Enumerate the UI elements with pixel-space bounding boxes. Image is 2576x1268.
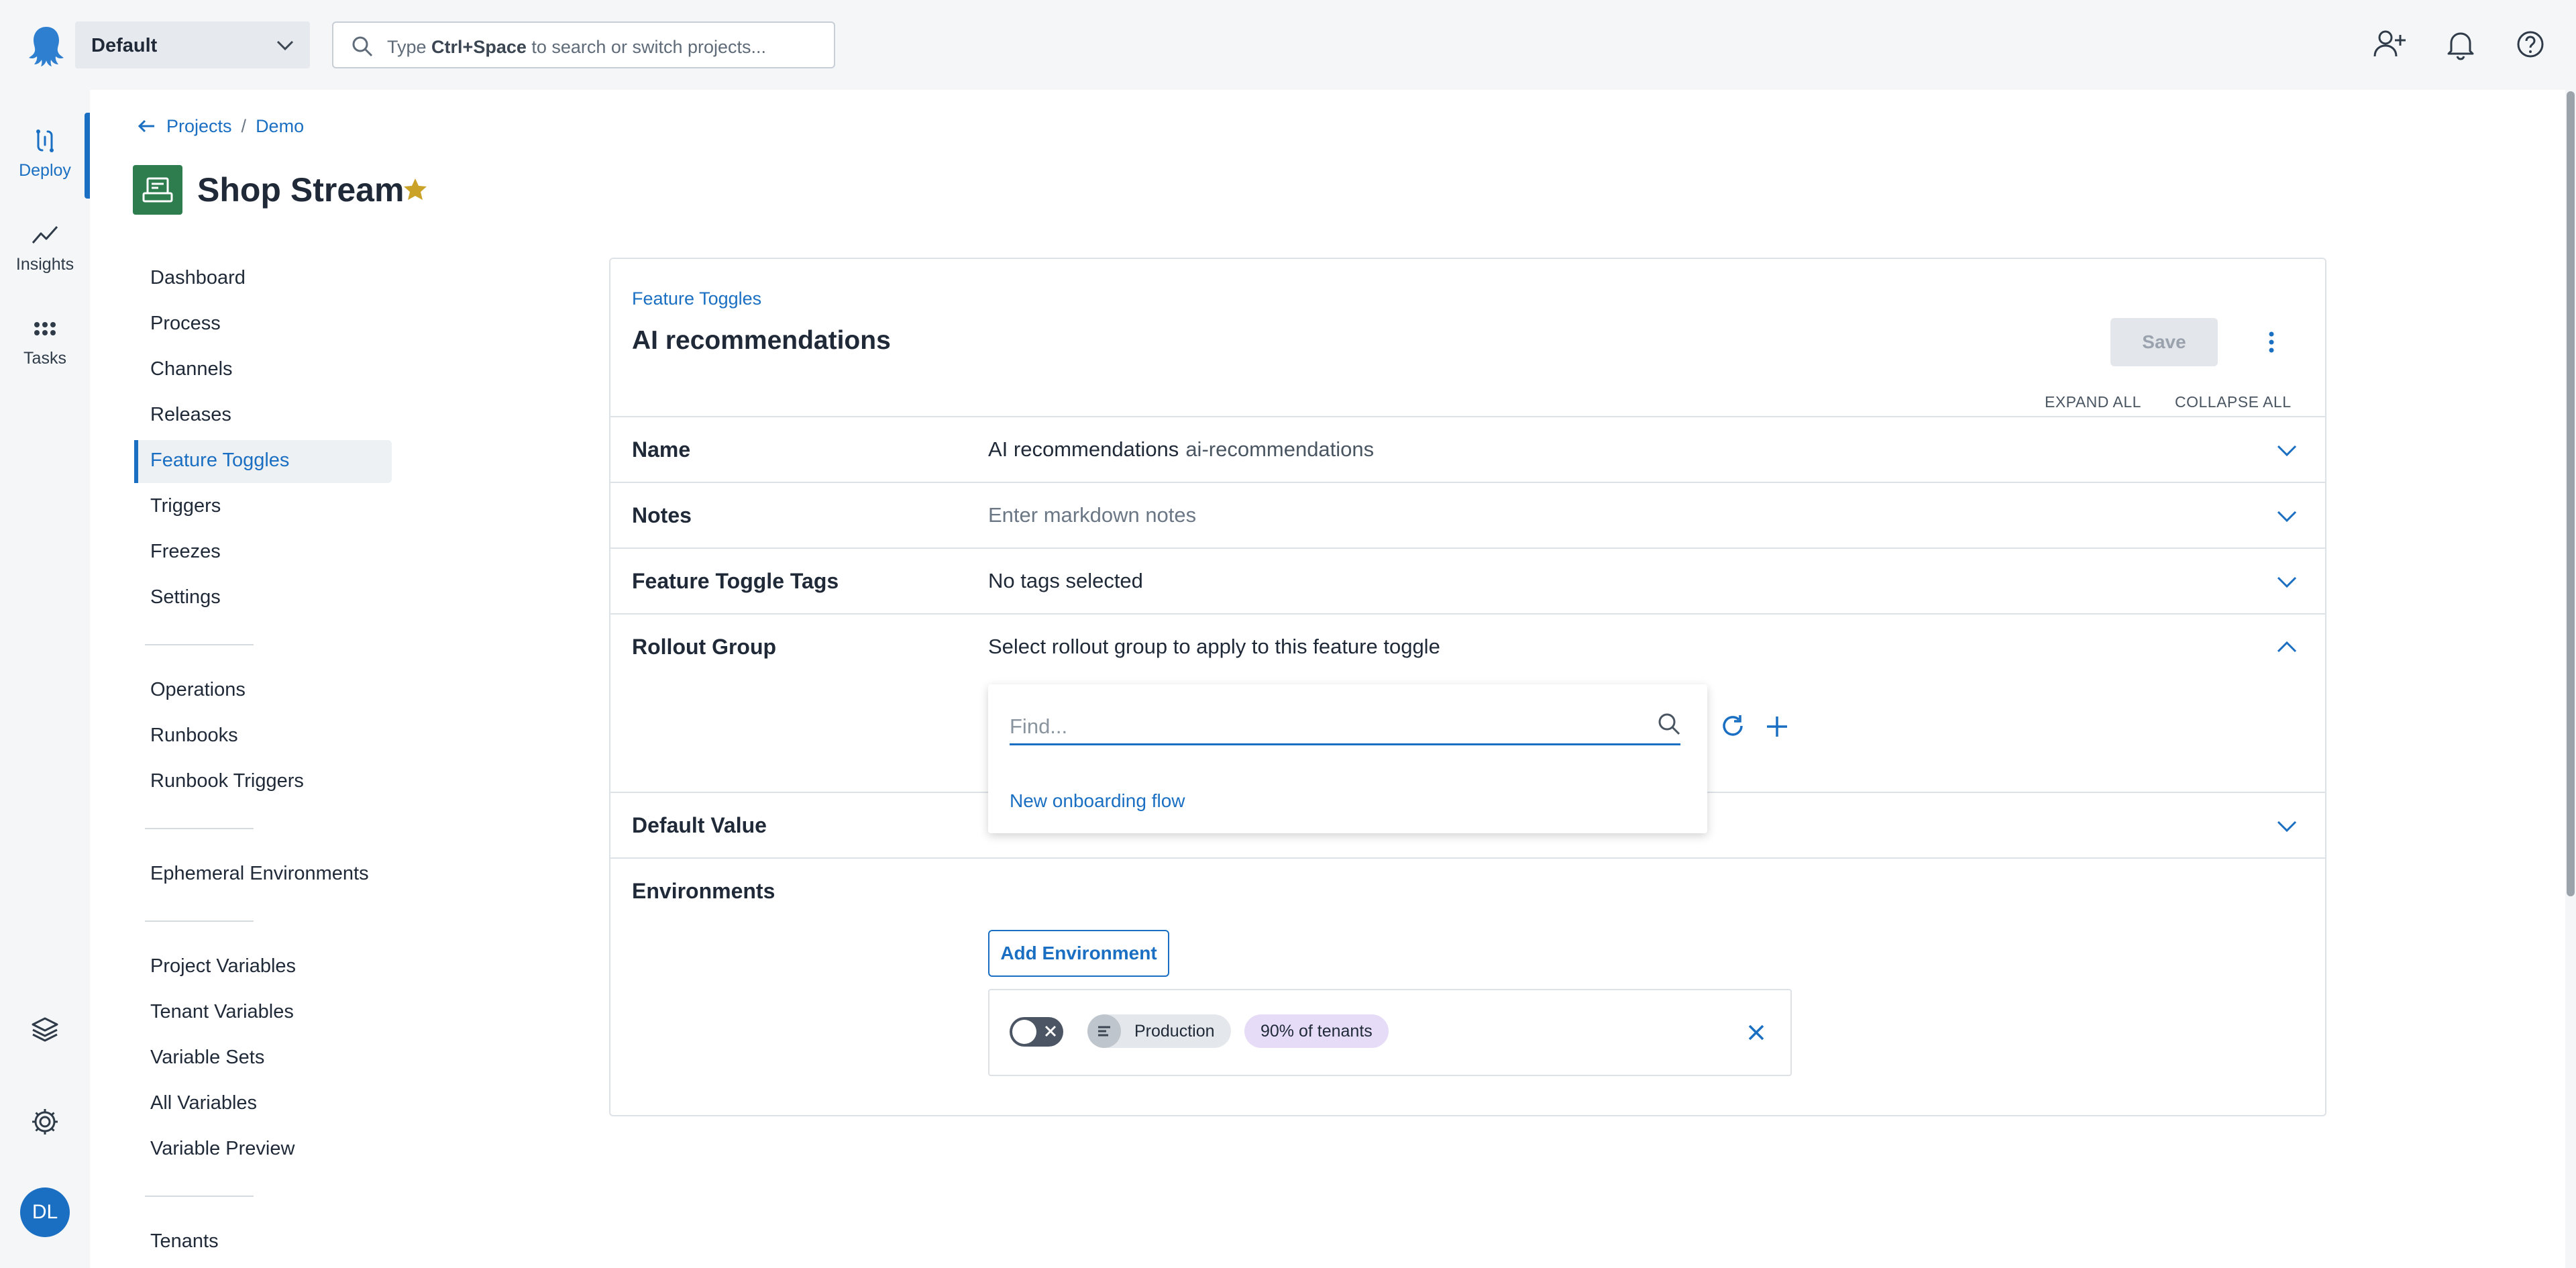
rail-label: Deploy [19,161,71,180]
project-search-input[interactable]: Type Ctrl+Space to search or switch proj… [332,21,835,68]
row-divider [610,613,2325,615]
page-scrollbar-thumb[interactable] [2567,91,2575,896]
invite-user-icon[interactable] [2371,25,2408,63]
feature-toggle-title: AI recommendations [632,326,891,355]
octopus-logo-icon[interactable] [24,23,68,67]
project-nav-process[interactable]: Process [150,313,221,335]
more-options-icon[interactable] [2257,327,2286,357]
environment-enabled-toggle[interactable] [1010,1017,1063,1047]
notes-row-value[interactable]: Enter markdown notes [988,503,1196,527]
project-nav-releases[interactable]: Releases [150,404,231,426]
notes-row-label: Notes [632,503,692,527]
row-divider [610,416,2325,417]
project-nav-project-variables[interactable]: Project Variables [150,955,296,978]
insights-icon [29,219,61,251]
row-divider [610,857,2325,859]
breadcrumb: Projects / Demo [136,115,304,137]
rollout-find-input[interactable] [1010,710,1680,745]
help-icon[interactable] [2512,25,2549,63]
close-icon [1042,1022,1059,1040]
environment-icon [1087,1014,1121,1048]
project-title: Shop Stream [197,171,405,209]
project-nav-dashboard[interactable]: Dashboard [150,267,246,289]
breadcrumb-demo-link[interactable]: Demo [256,116,304,137]
environments-row-label: Environments [632,879,775,903]
expand-all-button[interactable]: EXPAND ALL [2045,393,2141,411]
chevron-down-icon[interactable] [2274,503,2300,529]
chevron-down-icon[interactable] [2274,569,2300,594]
project-nav-feature-toggles[interactable]: Feature Toggles [150,450,289,472]
environment-chip: Production [1087,1014,1231,1048]
project-nav-tenants[interactable]: Tenants [150,1230,219,1253]
project-nav-ephemeral-environments[interactable]: Ephemeral Environments [150,863,369,885]
toggle-slug: ai-recommendations [1185,437,1375,461]
favorite-star-icon[interactable] [401,176,429,204]
rollout-group-dropdown: New onboarding flow [988,684,1707,833]
add-environment-button[interactable]: Add Environment [988,930,1169,977]
rail-item-tasks[interactable]: Tasks [0,313,90,368]
remove-environment-icon[interactable] [1743,1020,1769,1045]
gear-icon[interactable] [29,1106,61,1138]
rail-label: Tasks [23,349,66,368]
nav-divider [145,644,254,645]
rail-item-insights[interactable]: Insights [0,219,90,274]
deploy-icon [29,125,61,157]
bell-icon[interactable] [2442,25,2479,63]
rollout-row-value[interactable]: Select rollout group to apply to this fe… [988,635,1440,659]
layers-icon[interactable] [29,1013,61,1045]
chevron-down-icon[interactable] [2274,437,2300,463]
search-icon [1656,711,1682,737]
name-row-label: Name [632,437,691,462]
project-nav-operations[interactable]: Operations [150,679,246,701]
nav-divider [145,828,254,829]
environment-entry: Production 90% of tenants [988,989,1792,1076]
save-button[interactable]: Save [2110,318,2218,366]
project-nav-variable-preview[interactable]: Variable Preview [150,1138,294,1160]
project-nav-tenant-variables[interactable]: Tenant Variables [150,1001,294,1023]
user-avatar[interactable]: DL [20,1187,70,1237]
project-nav-variable-sets[interactable]: Variable Sets [150,1047,264,1069]
search-placeholder: Type Ctrl+Space to search or switch proj… [387,37,767,57]
toggle-knob [1012,1020,1036,1044]
project-nav-channels[interactable]: Channels [150,358,233,380]
breadcrumb-separator: / [241,115,247,136]
tags-row-label: Feature Toggle Tags [632,569,839,593]
chevron-down-icon [274,34,297,56]
space-switcher[interactable]: Default [75,21,310,68]
rail-item-deploy[interactable]: Deploy [0,125,90,180]
project-logo-icon [133,165,182,215]
project-nav-freezes[interactable]: Freezes [150,541,221,563]
panel-breadcrumb-link[interactable]: Feature Toggles [632,288,761,309]
plus-icon[interactable] [1763,712,1791,741]
project-nav-runbooks[interactable]: Runbooks [150,725,238,747]
project-nav-runbook-triggers[interactable]: Runbook Triggers [150,770,304,792]
row-divider [610,547,2325,549]
toggle-name: AI recommendations [988,437,1179,461]
default-value-row-label: Default Value [632,813,767,837]
tenant-percentage-chip: 90% of tenants [1244,1014,1389,1048]
nav-divider [145,920,254,922]
refresh-icon[interactable] [1719,712,1747,741]
tags-row-value[interactable]: No tags selected [988,569,1143,593]
space-name: Default [91,35,158,56]
arrow-left-icon[interactable] [136,115,157,137]
rollout-row-label: Rollout Group [632,635,777,659]
collapse-all-button[interactable]: COLLAPSE ALL [2175,393,2292,411]
rollout-option[interactable]: New onboarding flow [1010,790,1185,812]
search-icon [351,35,374,58]
chevron-up-icon[interactable] [2274,635,2300,660]
nav-divider [145,1196,254,1197]
chevron-down-icon[interactable] [2274,813,2300,839]
breadcrumb-projects-link[interactable]: Projects [166,116,232,137]
project-nav-all-variables[interactable]: All Variables [150,1092,257,1114]
project-nav-triggers[interactable]: Triggers [150,495,221,517]
search-shortcut: Ctrl+Space [431,37,527,57]
name-row-value[interactable]: AI recommendations ai-recommendations [988,437,1374,462]
tasks-icon [29,313,61,345]
row-divider [610,482,2325,483]
project-nav-settings[interactable]: Settings [150,586,221,609]
top-bar: Default Type Ctrl+Space to search or swi… [0,0,2576,90]
environment-name: Production [1134,1021,1215,1041]
rail-label: Insights [15,255,74,274]
